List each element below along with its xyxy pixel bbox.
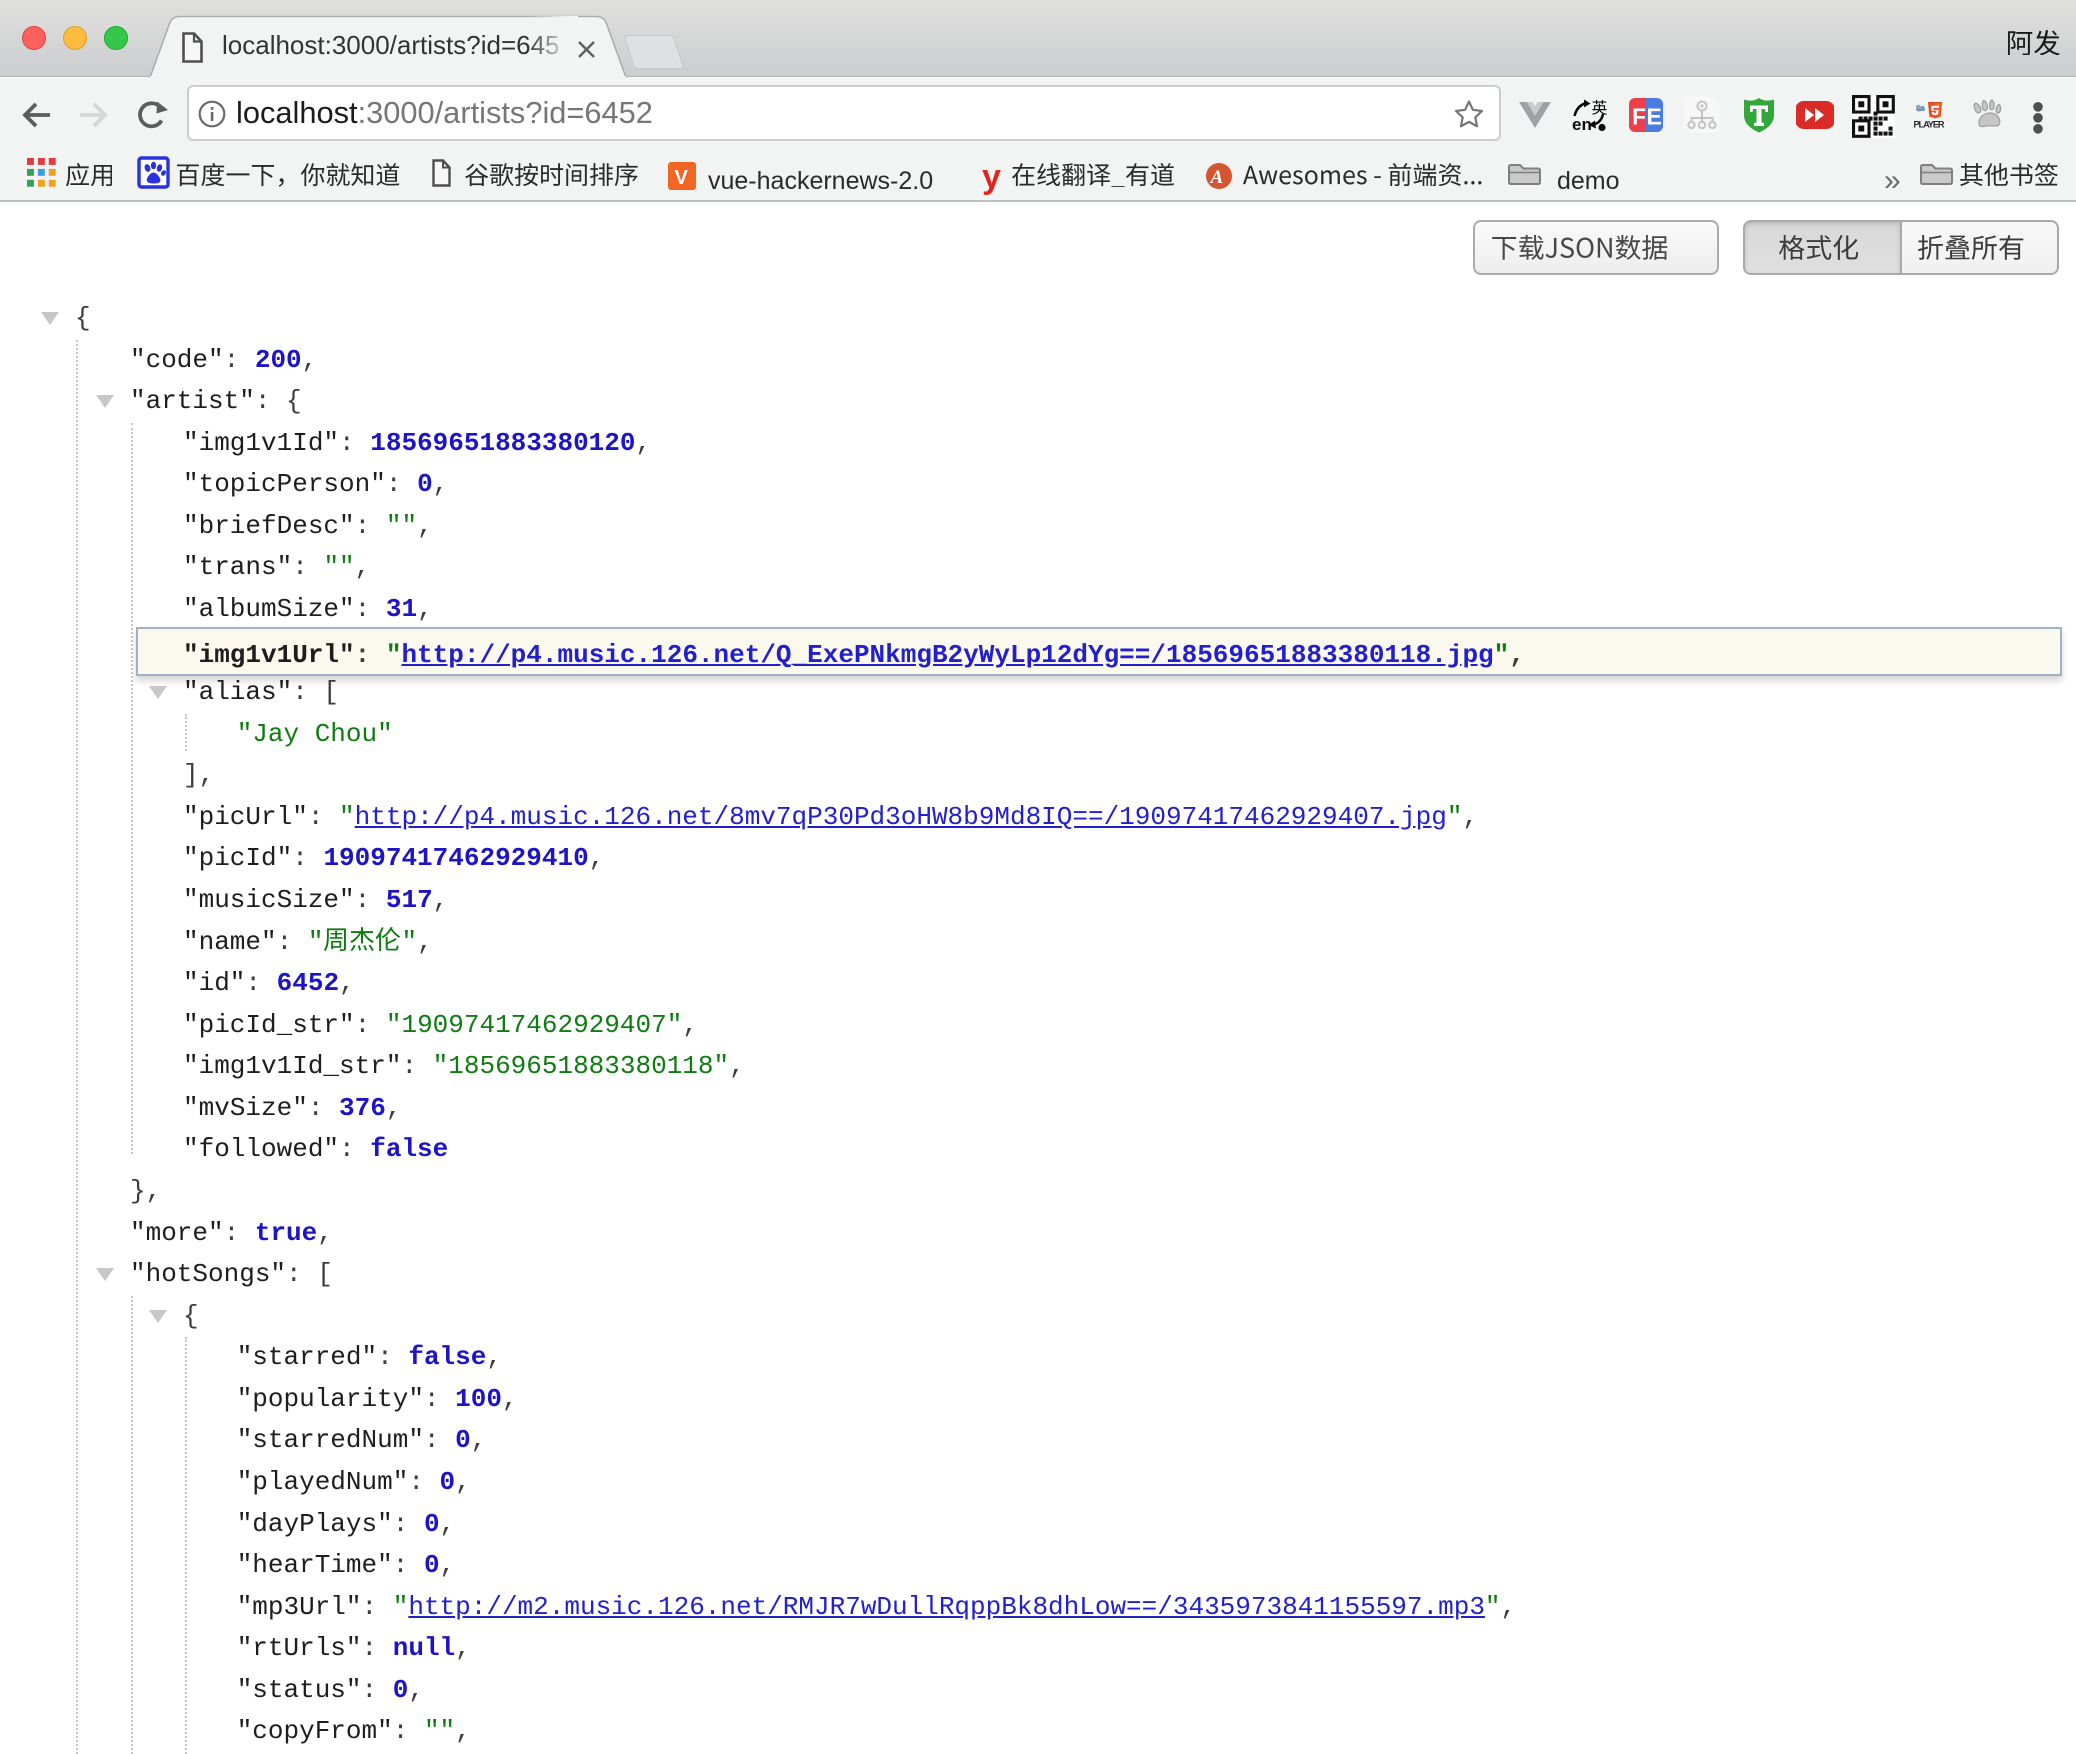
svg-text:A: A [1210,167,1224,188]
svg-text:E: E [1647,104,1662,130]
svg-text:V: V [675,167,689,189]
svg-text:en: en [1572,115,1592,133]
svg-text:F: F [1632,104,1646,130]
svg-text:PLAYER: PLAYER [1914,120,1945,130]
